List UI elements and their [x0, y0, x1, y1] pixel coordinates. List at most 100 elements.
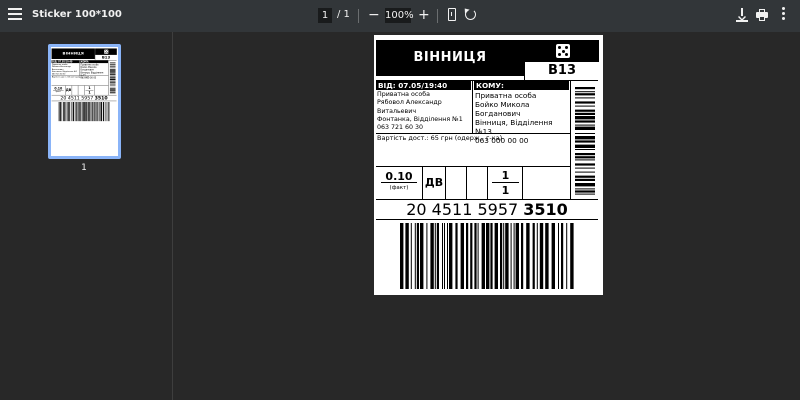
divider	[570, 81, 571, 199]
barcode-bar	[526, 223, 530, 289]
barcode-bar	[566, 223, 568, 289]
weight-value: 0.10	[53, 86, 64, 91]
more-icon[interactable]	[782, 7, 786, 23]
page-total: / 1	[337, 9, 350, 20]
barcode-bar	[470, 223, 473, 289]
branch-code: B13	[548, 63, 576, 78]
rotate-icon[interactable]	[465, 9, 476, 20]
print-icon[interactable]	[756, 9, 768, 21]
barcode-bar	[513, 223, 515, 289]
barcode-bar	[109, 68, 116, 70]
barcode-bar	[575, 190, 595, 193]
barcode-bar	[83, 101, 85, 122]
side-barcode	[575, 87, 595, 195]
barcode-bar	[575, 112, 595, 115]
barcode-bar	[69, 101, 71, 122]
barcode-bar	[108, 101, 110, 122]
barcode-bar	[89, 101, 91, 122]
barcode-bar	[477, 223, 479, 289]
barcode-bar	[449, 223, 453, 289]
barcode-bar	[444, 223, 445, 289]
barcode-bar	[442, 223, 443, 289]
weight-cell: 0.10 (факт)	[52, 85, 66, 95]
barcode-bar	[60, 101, 62, 122]
barcode-bar	[532, 223, 535, 289]
thumbnail-label: ВІННИЦЯ B13 ВІД: 07.05/19:40 КОМУ: Прива…	[51, 47, 118, 123]
thumbnail-preview: ВІННИЦЯ B13 ВІД: 07.05/19:40 КОМУ: Прива…	[51, 47, 118, 123]
weight-value: 0.10	[381, 170, 417, 183]
page-number-input[interactable]: 1	[318, 8, 332, 23]
dice-icon	[104, 49, 109, 54]
barcode-bar	[109, 82, 116, 84]
branch-code-box: B13	[524, 40, 599, 80]
barcode-bar	[77, 101, 79, 122]
barcode-bar	[434, 223, 436, 289]
barcode-bar	[92, 101, 94, 122]
download-icon[interactable]	[736, 8, 748, 22]
barcode-bar	[101, 101, 103, 122]
barcode-bar	[486, 223, 490, 289]
sender-line: 063 721 60 30	[377, 124, 424, 132]
main-barcode	[58, 101, 110, 122]
barcode-bar	[500, 223, 503, 289]
barcode-bar	[95, 101, 97, 122]
barcode-bar	[63, 101, 65, 122]
document-title: Sticker 100*100	[32, 9, 122, 20]
barcode-bar	[466, 223, 469, 289]
tracking-number: 20 4511 5957 3510	[376, 201, 598, 219]
barcode-bar	[536, 223, 538, 289]
barcode-bar	[109, 84, 116, 86]
barcode-bar	[558, 223, 559, 289]
dice-icon	[556, 44, 570, 58]
barcode-bar	[575, 126, 595, 130]
barcode-bar	[575, 91, 595, 93]
barcode-bar	[74, 101, 76, 122]
barcode-bar	[109, 81, 116, 83]
barcode-bar	[575, 87, 595, 90]
barcode-bar	[67, 101, 69, 122]
zoom-input[interactable]: 100%	[385, 8, 414, 23]
page-thumbnail[interactable]: ВІННИЦЯ B13 ВІД: 07.05/19:40 КОМУ: Прива…	[48, 44, 121, 159]
sender-header: ВІД: 07.05/19:40	[376, 81, 471, 90]
barcode-bar	[575, 163, 595, 166]
barcode-bar	[405, 223, 409, 289]
service-type: ДВ	[423, 167, 446, 199]
barcode-bar	[575, 136, 595, 140]
barcode-bar	[436, 223, 439, 289]
barcode-bar	[570, 223, 574, 289]
barcode-bar	[109, 92, 116, 94]
weight-note: (факт)	[389, 185, 409, 191]
fit-page-icon[interactable]	[448, 8, 456, 21]
weight-note: (факт)	[55, 90, 62, 93]
shipping-label: ВІННИЦЯ B13 ВІД: 07.05/19:40 КОМУ: Прива…	[374, 35, 603, 295]
barcode-bar	[109, 77, 116, 79]
barcode-bar	[426, 223, 428, 289]
barcode-bar	[410, 223, 412, 289]
empty-cell	[467, 167, 488, 199]
barcode-bar	[575, 116, 595, 120]
pdf-page: ВІННИЦЯ B13 ВІД: 07.05/19:40 КОМУ: Прива…	[374, 35, 603, 295]
main-barcode	[400, 223, 574, 289]
barcode-bar	[575, 159, 595, 161]
barcode-bar	[93, 101, 95, 122]
barcode-bar	[575, 193, 595, 195]
barcode-bar	[481, 223, 485, 289]
barcode-bar	[414, 223, 416, 289]
barcode-bar	[400, 223, 404, 289]
barcode-bar	[575, 149, 595, 150]
barcode-bar	[494, 223, 498, 289]
zoom-in-button[interactable]: +	[418, 7, 430, 23]
barcode-bar	[109, 71, 116, 73]
thumbnail-sidebar: ВІННИЦЯ B13 ВІД: 07.05/19:40 КОМУ: Прива…	[0, 32, 173, 400]
zoom-out-button[interactable]: −	[368, 7, 380, 23]
barcode-bar	[109, 62, 116, 63]
barcode-bar	[575, 97, 595, 99]
barcode-bar	[575, 101, 595, 104]
barcode-bar	[109, 79, 116, 81]
barcode-bar	[58, 101, 60, 122]
barcode-bar	[420, 223, 424, 289]
thumbnail-page-number: 1	[81, 163, 87, 173]
barcode-bar	[430, 223, 434, 289]
menu-icon[interactable]	[8, 8, 22, 22]
barcode-bar	[515, 223, 519, 289]
